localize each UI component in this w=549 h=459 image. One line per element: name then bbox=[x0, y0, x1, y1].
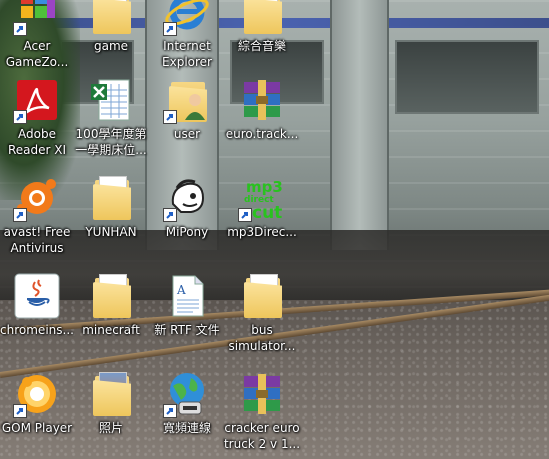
java-icon bbox=[13, 272, 61, 320]
icon-label: 照片 bbox=[98, 421, 123, 435]
desktop-icon-avast[interactable]: avast! Free Antivirus bbox=[0, 174, 76, 256]
folder-icon bbox=[87, 272, 135, 320]
shortcut-arrow-icon bbox=[13, 110, 27, 124]
icon-label: GOM Player bbox=[1, 421, 73, 435]
icon-label: Internet Explorer bbox=[162, 39, 212, 69]
icon-label: game bbox=[93, 39, 129, 53]
user-folder-icon bbox=[163, 76, 211, 124]
desktop-icon-game[interactable]: game bbox=[72, 0, 150, 54]
icon-label: bus simulator... bbox=[228, 323, 296, 353]
icon-label: 寬頻連線 bbox=[162, 421, 211, 435]
icon-label: user bbox=[173, 127, 201, 141]
icon-label: Acer GameZo... bbox=[5, 39, 69, 69]
avast-icon bbox=[13, 174, 61, 222]
icon-label: minecraft bbox=[82, 323, 140, 337]
shortcut-arrow-icon bbox=[238, 208, 252, 222]
desktop-icon-user[interactable]: user bbox=[148, 76, 226, 142]
train-window bbox=[395, 40, 539, 114]
desktop-icon-mipony[interactable]: MiPony bbox=[148, 174, 226, 240]
desktop-icon-euro-track[interactable]: euro.track... bbox=[223, 76, 301, 142]
gom-player-icon bbox=[13, 370, 61, 418]
shortcut-arrow-icon bbox=[13, 208, 27, 222]
shortcut-arrow-icon bbox=[163, 22, 177, 36]
icon-label: cracker euro truck 2 v 1... bbox=[223, 421, 301, 451]
icon-label: euro.track... bbox=[225, 127, 299, 141]
adobe-reader-icon bbox=[13, 76, 61, 124]
mipony-icon bbox=[163, 174, 211, 222]
icon-label: YUNHAN bbox=[85, 225, 137, 239]
desktop-icon-photos[interactable]: 照片 bbox=[72, 370, 150, 436]
train-door bbox=[330, 0, 389, 250]
rtf-document-icon: A bbox=[163, 272, 211, 320]
shortcut-arrow-icon bbox=[163, 208, 177, 222]
svg-text:mp3: mp3 bbox=[246, 178, 283, 196]
desktop-icon-gom-player[interactable]: GOM Player bbox=[0, 370, 76, 436]
shortcut-arrow-icon bbox=[13, 22, 27, 36]
desktop-icon-rtf-file[interactable]: A 新 RTF 文件 bbox=[148, 272, 226, 338]
icon-label: Adobe Reader XI bbox=[7, 127, 67, 157]
icon-label: mp3Direc... bbox=[227, 225, 297, 239]
shortcut-arrow-icon bbox=[13, 404, 27, 418]
desktop-icon-chromeinstall[interactable]: chromeins... bbox=[0, 272, 76, 338]
broadband-connection-icon bbox=[163, 370, 211, 418]
desktop-icon-cracker-euro[interactable]: cracker euro truck 2 v 1... bbox=[223, 370, 301, 452]
desktop-icon-mp3directcut[interactable]: mp3 direct cut mp3Direc... bbox=[223, 174, 301, 240]
desktop-icon-internet-explorer[interactable]: Internet Explorer bbox=[148, 0, 226, 70]
desktop-icon-broadband[interactable]: 寬頻連線 bbox=[148, 370, 226, 436]
mp3directcut-icon: mp3 direct cut bbox=[238, 174, 286, 223]
desktop-icon-bus-simulator[interactable]: bus simulator... bbox=[223, 272, 301, 354]
folder-icon bbox=[238, 0, 286, 36]
folder-icon bbox=[238, 272, 286, 320]
excel-file-icon bbox=[87, 76, 135, 124]
shortcut-arrow-icon bbox=[163, 404, 177, 418]
folder-icon bbox=[87, 0, 135, 36]
desktop-icon-adobe-reader[interactable]: Adobe Reader XI bbox=[0, 76, 76, 158]
desktop-icon-acer-gamezone[interactable]: Acer GameZo... bbox=[0, 0, 76, 70]
icon-label: avast! Free Antivirus bbox=[3, 225, 71, 255]
icon-label: 綜合音樂 bbox=[237, 39, 286, 53]
winrar-archive-icon bbox=[238, 370, 286, 418]
winrar-archive-icon bbox=[238, 76, 286, 124]
icon-label: 新 RTF 文件 bbox=[154, 323, 220, 337]
folder-icon bbox=[87, 174, 135, 222]
desktop-icon-folder-zonghe[interactable]: 綜合音樂 bbox=[223, 0, 301, 54]
desktop-icon-minecraft[interactable]: minecraft bbox=[72, 272, 150, 338]
desktop-icon-excel-file[interactable]: 100學年度第 一學期床位... bbox=[72, 76, 150, 158]
svg-text:A: A bbox=[176, 283, 186, 297]
acer-gamezone-icon bbox=[13, 0, 61, 36]
icon-label: 100學年度第 一學期床位... bbox=[75, 127, 147, 157]
desktop-icon-yunhan[interactable]: YUNHAN bbox=[72, 174, 150, 240]
shortcut-arrow-icon bbox=[163, 110, 177, 124]
photo-folder-icon bbox=[87, 370, 135, 418]
internet-explorer-icon bbox=[163, 0, 211, 36]
svg-text:cut: cut bbox=[252, 203, 282, 222]
icon-label: MiPony bbox=[165, 225, 209, 239]
icon-label: chromeins... bbox=[0, 323, 74, 337]
